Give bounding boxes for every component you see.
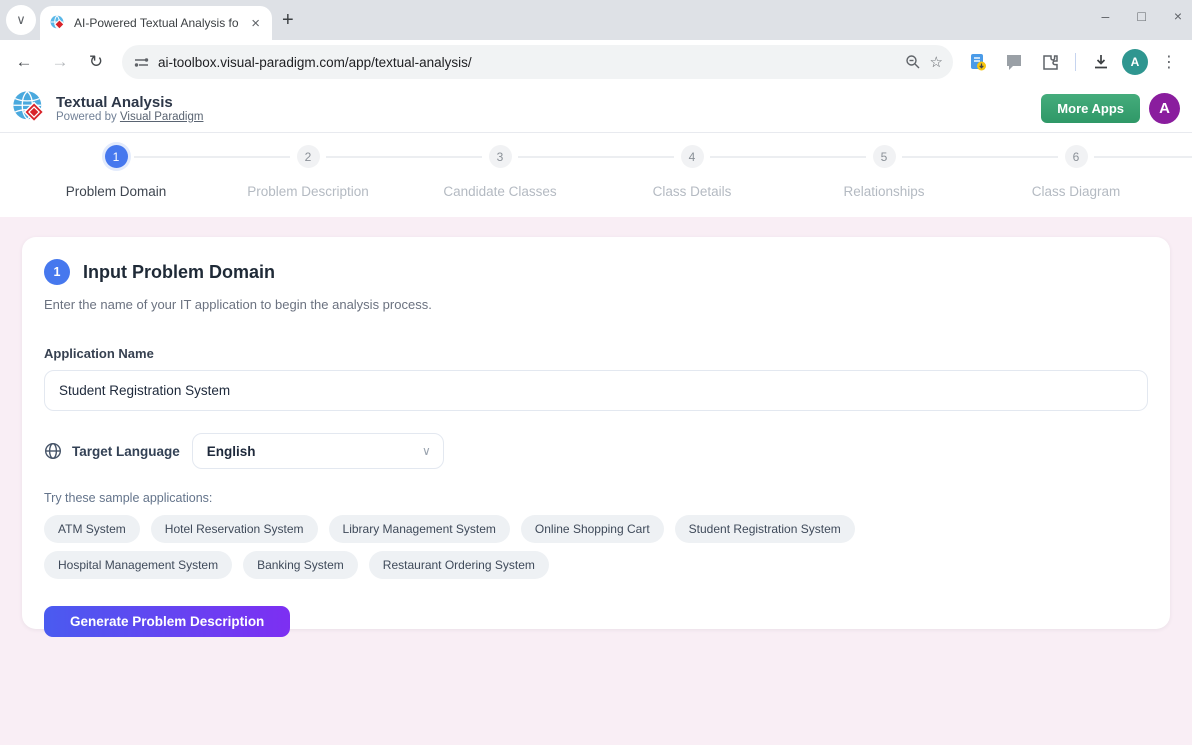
toolbar-separator: [1075, 53, 1076, 71]
card-header: 1 Input Problem Domain: [44, 259, 1148, 285]
sample-chip[interactable]: Online Shopping Cart: [521, 515, 664, 543]
tab-search-button[interactable]: ∨: [6, 5, 36, 35]
step-number-circle: 3: [489, 145, 512, 168]
powered-by: Powered by Visual Paradigm: [56, 111, 1041, 123]
more-apps-button[interactable]: More Apps: [1041, 94, 1140, 123]
extensions-puzzle-icon[interactable]: [1035, 47, 1065, 77]
stepper: 1 Problem Domain 2 Problem Description 3…: [0, 133, 1192, 217]
target-language-select[interactable]: English ∨: [192, 433, 444, 469]
stepper-step[interactable]: 3 Candidate Classes: [404, 145, 596, 199]
stepper-step[interactable]: 1 Problem Domain: [20, 145, 212, 199]
tab-close-icon[interactable]: ×: [247, 14, 264, 33]
toolbar-actions: A ⋮: [963, 47, 1184, 77]
close-window-icon[interactable]: ×: [1174, 8, 1182, 24]
page-background: 1 Input Problem Domain Enter the name of…: [0, 217, 1192, 745]
sample-chip[interactable]: Library Management System: [329, 515, 510, 543]
step-number-circle: 6: [1065, 145, 1088, 168]
step-number-circle: 4: [681, 145, 704, 168]
address-bar[interactable]: ai-toolbox.visual-paradigm.com/app/textu…: [122, 45, 953, 79]
powered-by-prefix: Powered by: [56, 111, 120, 123]
step-number-circle: 1: [105, 145, 128, 168]
chevron-down-icon: ∨: [422, 444, 431, 458]
sample-chip[interactable]: Restaurant Ordering System: [369, 551, 549, 579]
sample-chip[interactable]: ATM System: [44, 515, 140, 543]
app-header: Textual Analysis Powered by Visual Parad…: [0, 84, 1192, 133]
chevron-down-icon: ∨: [16, 12, 26, 28]
app-title: Textual Analysis: [56, 94, 1041, 111]
application-name-label: Application Name: [44, 346, 1148, 361]
card-subtitle: Enter the name of your IT application to…: [44, 297, 1148, 312]
card-title: Input Problem Domain: [83, 262, 275, 283]
tab-title: AI-Powered Textual Analysis for: [74, 16, 239, 30]
brand-block: Textual Analysis Powered by Visual Parad…: [56, 94, 1041, 123]
browser-toolbar: ← → ↻ ai-toolbox.visual-paradigm.com/app…: [0, 40, 1192, 84]
visual-paradigm-link[interactable]: Visual Paradigm: [120, 111, 204, 123]
stepper-step[interactable]: 6 Class Diagram: [980, 145, 1172, 199]
zoom-out-icon[interactable]: [905, 54, 921, 70]
sample-chip[interactable]: Hotel Reservation System: [151, 515, 318, 543]
step-number-circle: 5: [873, 145, 896, 168]
comment-icon[interactable]: [999, 47, 1029, 77]
user-avatar[interactable]: A: [1149, 93, 1180, 124]
samples-label: Try these sample applications:: [44, 491, 1148, 505]
sample-chips: ATM System Hotel Reservation System Librar…: [44, 515, 1044, 579]
target-language-value: English: [207, 444, 256, 459]
target-language-row: Target Language English ∨: [44, 433, 1148, 469]
visual-paradigm-logo: [12, 90, 48, 126]
sample-chip[interactable]: Hospital Management System: [44, 551, 232, 579]
browser-profile-avatar[interactable]: A: [1122, 49, 1148, 75]
step-label: Candidate Classes: [404, 184, 596, 199]
card-step-badge: 1: [44, 259, 70, 285]
stepper-step[interactable]: 4 Class Details: [596, 145, 788, 199]
step-label: Class Diagram: [980, 184, 1172, 199]
maximize-icon[interactable]: □: [1137, 8, 1145, 24]
step-label: Relationships: [788, 184, 980, 199]
window-controls: – □ ×: [1102, 8, 1182, 24]
globe-icon: [44, 442, 62, 460]
minimize-icon[interactable]: –: [1102, 8, 1110, 24]
browser-menu-icon[interactable]: ⋮: [1154, 47, 1184, 77]
forward-button[interactable]: →: [44, 46, 76, 78]
step-label: Problem Description: [212, 184, 404, 199]
browser-tab[interactable]: AI-Powered Textual Analysis for ×: [40, 6, 272, 40]
reading-mode-icon[interactable]: [963, 47, 993, 77]
application-name-input[interactable]: [44, 370, 1148, 411]
stepper-step[interactable]: 5 Relationships: [788, 145, 980, 199]
bookmark-star-icon[interactable]: ☆: [930, 53, 943, 71]
sample-chip[interactable]: Student Registration System: [675, 515, 855, 543]
browser-tab-strip: ∨ AI-Powered Textual Analysis for × + – …: [0, 0, 1192, 40]
target-language-label: Target Language: [72, 444, 180, 459]
favicon-visual-paradigm: [50, 15, 66, 31]
step-label: Problem Domain: [20, 184, 212, 199]
new-tab-button[interactable]: +: [282, 9, 294, 32]
url-text[interactable]: ai-toolbox.visual-paradigm.com/app/textu…: [158, 55, 896, 70]
step-number-circle: 2: [297, 145, 320, 168]
problem-domain-card: 1 Input Problem Domain Enter the name of…: [22, 237, 1170, 629]
sample-chip[interactable]: Banking System: [243, 551, 358, 579]
downloads-icon[interactable]: [1086, 47, 1116, 77]
site-settings-icon[interactable]: [134, 55, 149, 70]
back-button[interactable]: ←: [8, 46, 40, 78]
stepper-step[interactable]: 2 Problem Description: [212, 145, 404, 199]
reload-button[interactable]: ↻: [80, 46, 112, 78]
generate-problem-description-button[interactable]: Generate Problem Description: [44, 606, 290, 637]
step-label: Class Details: [596, 184, 788, 199]
